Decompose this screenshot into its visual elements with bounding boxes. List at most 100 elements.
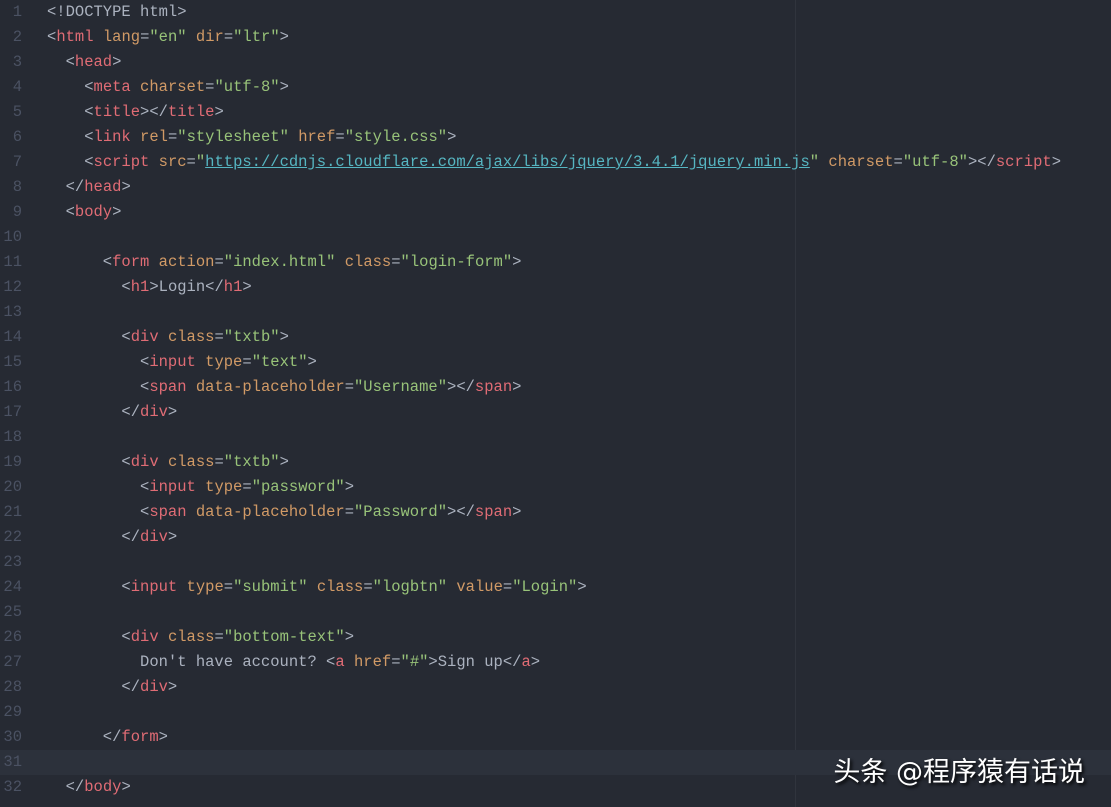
- line-number: 2: [0, 25, 22, 50]
- code-token: [819, 153, 828, 171]
- code-token: <: [47, 503, 149, 521]
- code-token: =: [214, 628, 223, 646]
- code-token: <: [47, 353, 149, 371]
- code-token: action: [159, 253, 215, 271]
- code-token: [131, 78, 140, 96]
- code-token: [187, 503, 196, 521]
- code-line[interactable]: 14 <div class="txtb">: [0, 325, 1111, 350]
- code-line[interactable]: 21 <span data-placeholder="Password"></s…: [0, 500, 1111, 525]
- code-line[interactable]: 9 <body>: [0, 200, 1111, 225]
- code-line[interactable]: 11 <form action="index.html" class="logi…: [0, 250, 1111, 275]
- line-number: 29: [0, 700, 22, 725]
- code-token: rel: [140, 128, 168, 146]
- code-line[interactable]: 13: [0, 300, 1111, 325]
- code-line[interactable]: 19 <div class="txtb">: [0, 450, 1111, 475]
- code-line[interactable]: 20 <input type="password">: [0, 475, 1111, 500]
- code-line[interactable]: 1<!DOCTYPE html>: [0, 0, 1111, 25]
- code-token: "utf-8": [214, 78, 279, 96]
- code-line[interactable]: 4 <meta charset="utf-8">: [0, 75, 1111, 100]
- code-token: script: [996, 153, 1052, 171]
- code-token: [289, 128, 298, 146]
- code-token: =: [345, 378, 354, 396]
- code-token: ": [196, 153, 205, 171]
- code-token: </: [47, 403, 140, 421]
- code-line[interactable]: 29: [0, 700, 1111, 725]
- code-token: [149, 253, 158, 271]
- code-line[interactable]: 24 <input type="submit" class="logbtn" v…: [0, 575, 1111, 600]
- line-number: 8: [0, 175, 22, 200]
- code-line[interactable]: 3 <head>: [0, 50, 1111, 75]
- code-text: <span data-placeholder="Password"></span…: [47, 500, 521, 525]
- code-token: >: [428, 653, 437, 671]
- code-token: >: [168, 678, 177, 696]
- line-number: 23: [0, 550, 22, 575]
- line-number: 1: [0, 0, 22, 25]
- code-line[interactable]: 12 <h1>Login</h1>: [0, 275, 1111, 300]
- line-number: 31: [0, 750, 22, 775]
- code-token: data-placeholder: [196, 503, 345, 521]
- code-line[interactable]: 28 </div>: [0, 675, 1111, 700]
- code-text: </body>: [47, 775, 131, 800]
- code-token: src: [159, 153, 187, 171]
- code-token: span: [149, 378, 186, 396]
- watermark: 头条 @程序猿有话说: [833, 750, 1085, 789]
- code-line[interactable]: 25: [0, 600, 1111, 625]
- code-token: input: [131, 578, 178, 596]
- line-number: 28: [0, 675, 22, 700]
- line-number: 6: [0, 125, 22, 150]
- code-token: "style.css": [345, 128, 447, 146]
- code-token: >: [159, 728, 168, 746]
- code-text: </head>: [47, 175, 131, 200]
- code-line[interactable]: 26 <div class="bottom-text">: [0, 625, 1111, 650]
- code-token: [196, 353, 205, 371]
- code-editor[interactable]: 1<!DOCTYPE html>2<html lang="en" dir="lt…: [0, 0, 1111, 807]
- code-token: class: [317, 578, 364, 596]
- code-line[interactable]: 5 <title></title>: [0, 100, 1111, 125]
- code-line[interactable]: 22 </div>: [0, 525, 1111, 550]
- line-number: 24: [0, 575, 22, 600]
- code-token: >: [168, 403, 177, 421]
- code-line[interactable]: 6 <link rel="stylesheet" href="style.css…: [0, 125, 1111, 150]
- code-line[interactable]: 2<html lang="en" dir="ltr">: [0, 25, 1111, 50]
- line-number: 10: [0, 225, 22, 250]
- code-token: >: [308, 353, 317, 371]
- code-token: =: [335, 128, 344, 146]
- code-line[interactable]: 8 </head>: [0, 175, 1111, 200]
- code-token: <: [47, 103, 94, 121]
- code-line[interactable]: 16 <span data-placeholder="Username"></s…: [0, 375, 1111, 400]
- code-line[interactable]: 10: [0, 225, 1111, 250]
- code-line[interactable]: 7 <script src="https://cdnjs.cloudflare.…: [0, 150, 1111, 175]
- code-token: >: [121, 178, 130, 196]
- code-token: </: [47, 778, 84, 796]
- code-token: =: [345, 503, 354, 521]
- code-token: "bottom-text": [224, 628, 345, 646]
- code-token: "Password": [354, 503, 447, 521]
- code-token: =: [242, 478, 251, 496]
- code-token: [196, 478, 205, 496]
- code-token: >: [512, 503, 521, 521]
- code-token: >: [577, 578, 586, 596]
- line-number: 22: [0, 525, 22, 550]
- code-token: type: [187, 578, 224, 596]
- code-token: >: [1052, 153, 1061, 171]
- code-line[interactable]: 18: [0, 425, 1111, 450]
- code-token: value: [456, 578, 503, 596]
- code-line[interactable]: 30 </form>: [0, 725, 1111, 750]
- code-token: >: [512, 378, 521, 396]
- code-line[interactable]: 15 <input type="text">: [0, 350, 1111, 375]
- code-line[interactable]: 23: [0, 550, 1111, 575]
- code-token: <: [47, 278, 131, 296]
- code-token: href: [354, 653, 391, 671]
- code-token: a: [521, 653, 530, 671]
- code-line[interactable]: 17 </div>: [0, 400, 1111, 425]
- line-number: 14: [0, 325, 22, 350]
- code-token: a: [335, 653, 344, 671]
- code-token: class: [168, 328, 215, 346]
- code-token: "Username": [354, 378, 447, 396]
- url-link[interactable]: https://cdnjs.cloudflare.com/ajax/libs/j…: [205, 153, 810, 171]
- code-token: <: [326, 653, 335, 671]
- code-token: ></: [447, 378, 475, 396]
- code-token: >: [345, 478, 354, 496]
- code-line[interactable]: 27 Don't have account? <a href="#">Sign …: [0, 650, 1111, 675]
- code-token: class: [168, 628, 215, 646]
